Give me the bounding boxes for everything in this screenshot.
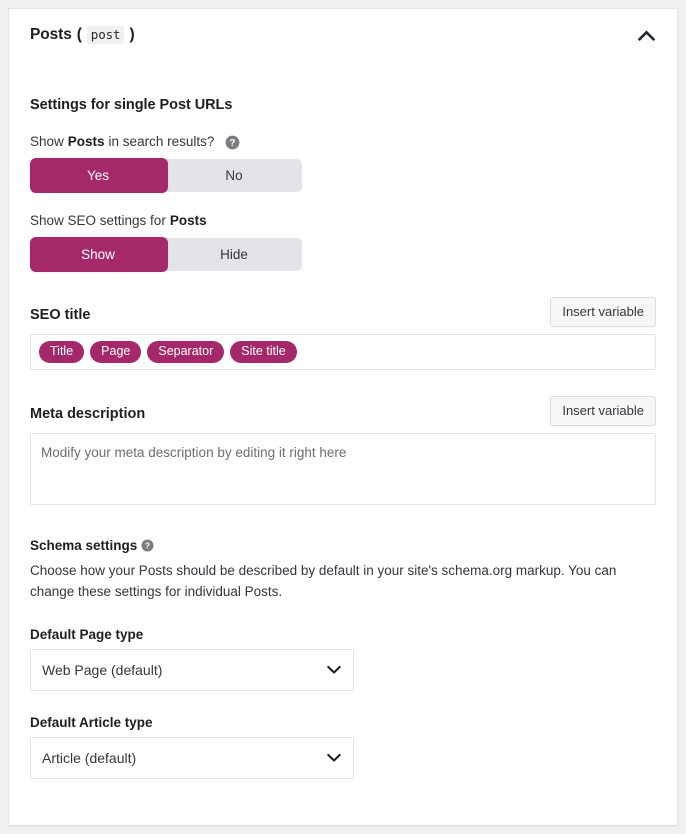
close-paren: ) [129,26,135,43]
search-results-label-suffix: in search results? [108,134,215,149]
variable-tag-page[interactable]: Page [90,340,142,364]
post-type-code-chip: post [86,26,125,44]
seo-settings-label: Show SEO settings for Posts [30,212,656,231]
insert-variable-button-seo-title[interactable]: Insert variable [550,296,656,327]
page-title: Posts ( post ) [30,26,135,44]
default-page-type-select-wrap: Web Page (default) [30,649,354,692]
page-background: Posts ( post ) Settings for single Post … [0,0,686,834]
card-header: Posts ( post ) [9,9,677,61]
toggle-option-yes[interactable]: Yes [30,159,166,192]
collapse-section-button[interactable] [629,18,663,52]
schema-settings-heading-text: Schema settings [30,538,138,554]
card-body: Settings for single Post URLs Show Posts… [9,97,677,780]
show-in-search-results-toggle[interactable]: Yes No [30,157,302,193]
seo-title-label: SEO title [30,306,91,323]
default-article-type-select-wrap: Article (default) [30,737,354,780]
question-mark-circle-icon[interactable]: ? [225,135,240,150]
toggle-option-show[interactable]: Show [30,238,166,271]
section-heading: Settings for single Post URLs [30,97,233,113]
svg-text:?: ? [230,138,236,149]
default-article-type-select[interactable]: Article (default) [30,737,354,780]
default-page-type-label: Default Page type [30,627,144,643]
schema-settings-description: Choose how your Posts should be describe… [30,563,617,600]
meta-description-row: Meta description Insert variable [30,396,656,427]
variable-tag-title[interactable]: Title [39,340,85,364]
default-article-type-label: Default Article type [30,715,153,731]
chevron-up-icon [637,29,655,41]
show-seo-settings-toggle[interactable]: Show Hide [30,236,302,272]
seo-title-row: SEO title Insert variable [30,296,656,327]
page-title-text: Posts [30,26,72,43]
default-page-type-select[interactable]: Web Page (default) [30,649,354,692]
variable-tag-separator[interactable]: Separator [147,340,225,364]
question-mark-circle-icon[interactable]: ? [141,539,154,552]
seo-settings-label-prefix: Show SEO settings for [30,212,166,228]
variable-tag-site-title[interactable]: Site title [230,340,297,364]
search-results-label: Show Posts in search results? ? [30,133,656,152]
seo-settings-label-bold: Posts [169,212,207,228]
svg-text:?: ? [145,541,150,551]
schema-settings-heading: Schema settings ? [30,538,656,553]
toggle-option-no[interactable]: No [166,159,302,192]
seo-title-input[interactable]: Title Page Separator Site title [30,333,656,371]
toggle-option-hide[interactable]: Hide [166,238,302,271]
meta-description-label: Meta description [30,406,146,423]
search-results-label-prefix: Show [30,134,64,149]
posts-settings-card: Posts ( post ) Settings for single Post … [8,8,678,826]
open-paren: ( [76,26,82,43]
insert-variable-button-meta-description[interactable]: Insert variable [550,396,656,427]
meta-description-input[interactable] [30,433,656,506]
search-results-label-bold: Posts [67,134,105,149]
